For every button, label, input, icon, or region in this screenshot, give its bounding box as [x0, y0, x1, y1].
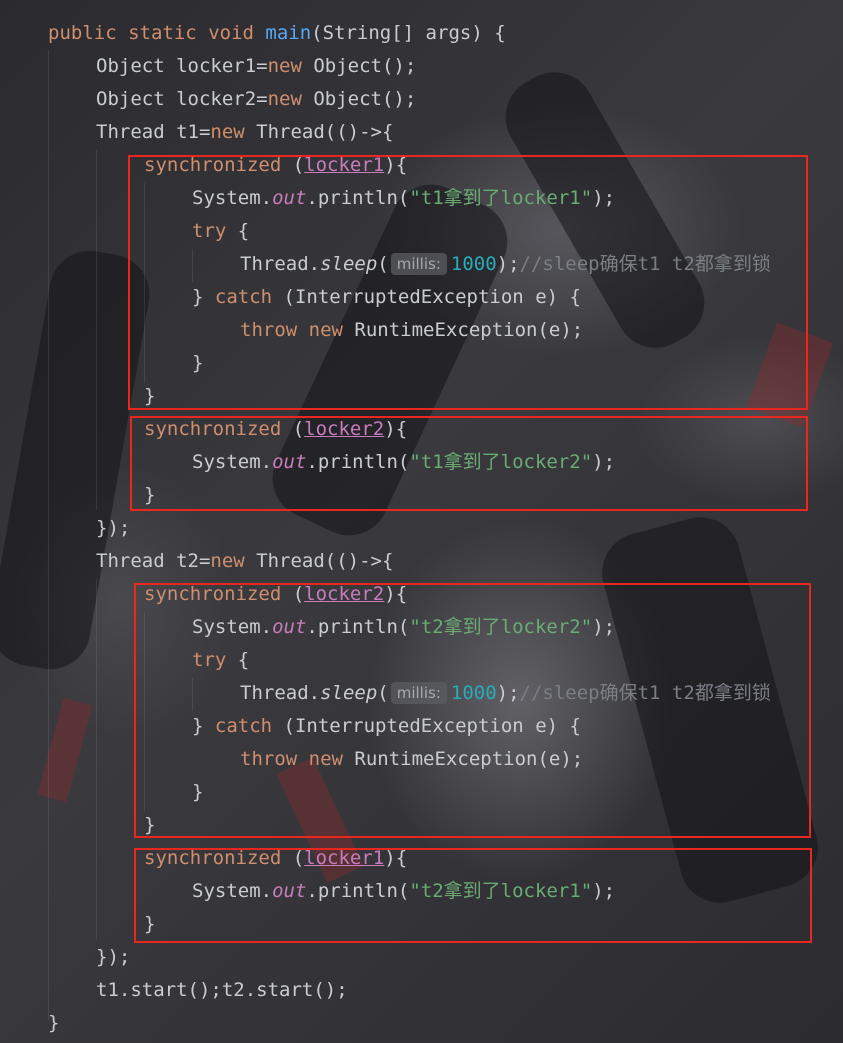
code-line-start-threads[interactable]: t1.start();t2.start(); [96, 974, 348, 1007]
highlight-box-t1-sync-locker2 [130, 416, 808, 511]
code-line-locker1-decl[interactable]: Object locker1=new Object(); [96, 50, 416, 83]
indent-guide [96, 150, 97, 510]
code-line-end-t1-lambda[interactable]: }); [96, 512, 130, 545]
highlight-box-t2-sync-locker1 [134, 848, 812, 943]
indent-guide [96, 579, 97, 939]
code-line-locker2-decl[interactable]: Object locker2=new Object(); [96, 83, 416, 116]
code-line-t2-decl[interactable]: Thread t2=new Thread(()->{ [96, 545, 393, 578]
code-line-close-main[interactable]: } [48, 1007, 59, 1040]
code-line-end-t2-lambda[interactable]: }); [96, 941, 130, 974]
highlight-box-t2-sync-locker2 [134, 583, 811, 838]
code-line-main-signature[interactable]: public static void main(String[] args) { [48, 17, 506, 50]
indent-guide [48, 50, 49, 1020]
code-line-t1-decl[interactable]: Thread t1=new Thread(()->{ [96, 116, 393, 149]
highlight-box-t1-sync-locker1 [128, 155, 808, 410]
